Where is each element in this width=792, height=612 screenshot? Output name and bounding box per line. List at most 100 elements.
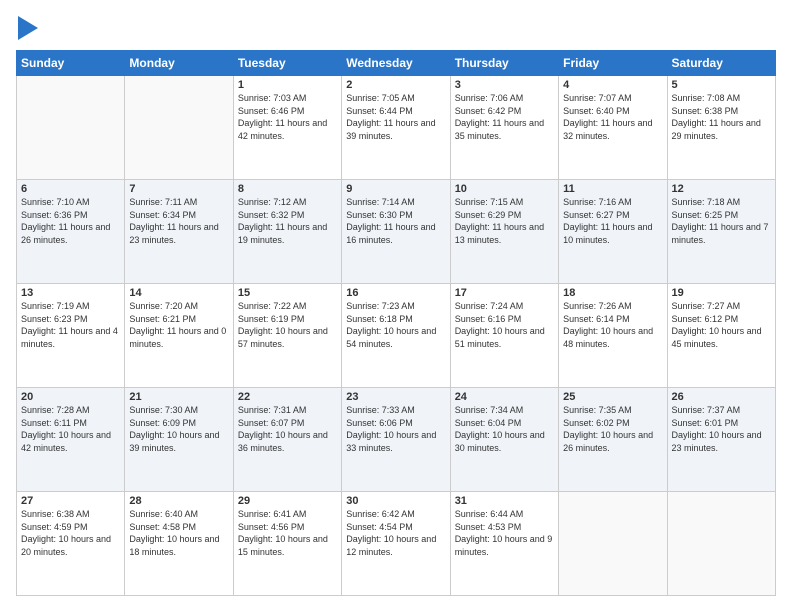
- day-info: Sunrise: 7:27 AMSunset: 6:12 PMDaylight:…: [672, 300, 771, 350]
- day-info: Sunrise: 6:44 AMSunset: 4:53 PMDaylight:…: [455, 508, 554, 558]
- day-number: 25: [563, 391, 662, 403]
- day-header: Thursday: [450, 51, 558, 76]
- day-info: Sunrise: 6:40 AMSunset: 4:58 PMDaylight:…: [129, 508, 228, 558]
- day-number: 1: [238, 79, 337, 91]
- day-number: 24: [455, 391, 554, 403]
- day-info: Sunrise: 7:11 AMSunset: 6:34 PMDaylight:…: [129, 196, 228, 246]
- day-info: Sunrise: 7:15 AMSunset: 6:29 PMDaylight:…: [455, 196, 554, 246]
- day-cell: [17, 76, 125, 180]
- day-cell: 11Sunrise: 7:16 AMSunset: 6:27 PMDayligh…: [559, 180, 667, 284]
- day-header: Monday: [125, 51, 233, 76]
- day-cell: 26Sunrise: 7:37 AMSunset: 6:01 PMDayligh…: [667, 388, 775, 492]
- day-number: 2: [346, 79, 445, 91]
- day-number: 30: [346, 495, 445, 507]
- header: [16, 16, 776, 40]
- day-info: Sunrise: 7:20 AMSunset: 6:21 PMDaylight:…: [129, 300, 228, 350]
- day-cell: 2Sunrise: 7:05 AMSunset: 6:44 PMDaylight…: [342, 76, 450, 180]
- day-cell: [559, 492, 667, 596]
- day-number: 11: [563, 183, 662, 195]
- day-number: 31: [455, 495, 554, 507]
- day-info: Sunrise: 7:07 AMSunset: 6:40 PMDaylight:…: [563, 92, 662, 142]
- day-info: Sunrise: 7:03 AMSunset: 6:46 PMDaylight:…: [238, 92, 337, 142]
- week-row: 13Sunrise: 7:19 AMSunset: 6:23 PMDayligh…: [17, 284, 776, 388]
- day-header: Saturday: [667, 51, 775, 76]
- day-info: Sunrise: 7:28 AMSunset: 6:11 PMDaylight:…: [21, 404, 120, 454]
- day-cell: 31Sunrise: 6:44 AMSunset: 4:53 PMDayligh…: [450, 492, 558, 596]
- day-number: 7: [129, 183, 228, 195]
- page: SundayMondayTuesdayWednesdayThursdayFrid…: [0, 0, 792, 612]
- day-header: Friday: [559, 51, 667, 76]
- calendar-table: SundayMondayTuesdayWednesdayThursdayFrid…: [16, 50, 776, 596]
- day-number: 23: [346, 391, 445, 403]
- day-info: Sunrise: 7:22 AMSunset: 6:19 PMDaylight:…: [238, 300, 337, 350]
- day-number: 15: [238, 287, 337, 299]
- day-header: Wednesday: [342, 51, 450, 76]
- day-info: Sunrise: 6:42 AMSunset: 4:54 PMDaylight:…: [346, 508, 445, 558]
- day-number: 29: [238, 495, 337, 507]
- day-number: 21: [129, 391, 228, 403]
- day-number: 26: [672, 391, 771, 403]
- day-cell: 17Sunrise: 7:24 AMSunset: 6:16 PMDayligh…: [450, 284, 558, 388]
- day-number: 22: [238, 391, 337, 403]
- day-number: 3: [455, 79, 554, 91]
- day-number: 9: [346, 183, 445, 195]
- day-header: Sunday: [17, 51, 125, 76]
- logo-icon: [18, 16, 38, 40]
- day-cell: 14Sunrise: 7:20 AMSunset: 6:21 PMDayligh…: [125, 284, 233, 388]
- day-info: Sunrise: 7:10 AMSunset: 6:36 PMDaylight:…: [21, 196, 120, 246]
- day-number: 28: [129, 495, 228, 507]
- day-info: Sunrise: 7:30 AMSunset: 6:09 PMDaylight:…: [129, 404, 228, 454]
- header-row: SundayMondayTuesdayWednesdayThursdayFrid…: [17, 51, 776, 76]
- day-cell: 6Sunrise: 7:10 AMSunset: 6:36 PMDaylight…: [17, 180, 125, 284]
- day-info: Sunrise: 6:41 AMSunset: 4:56 PMDaylight:…: [238, 508, 337, 558]
- day-cell: 19Sunrise: 7:27 AMSunset: 6:12 PMDayligh…: [667, 284, 775, 388]
- day-cell: 27Sunrise: 6:38 AMSunset: 4:59 PMDayligh…: [17, 492, 125, 596]
- day-info: Sunrise: 7:34 AMSunset: 6:04 PMDaylight:…: [455, 404, 554, 454]
- day-info: Sunrise: 7:35 AMSunset: 6:02 PMDaylight:…: [563, 404, 662, 454]
- day-info: Sunrise: 7:14 AMSunset: 6:30 PMDaylight:…: [346, 196, 445, 246]
- week-row: 6Sunrise: 7:10 AMSunset: 6:36 PMDaylight…: [17, 180, 776, 284]
- day-cell: 13Sunrise: 7:19 AMSunset: 6:23 PMDayligh…: [17, 284, 125, 388]
- day-cell: 4Sunrise: 7:07 AMSunset: 6:40 PMDaylight…: [559, 76, 667, 180]
- week-row: 20Sunrise: 7:28 AMSunset: 6:11 PMDayligh…: [17, 388, 776, 492]
- day-info: Sunrise: 7:23 AMSunset: 6:18 PMDaylight:…: [346, 300, 445, 350]
- day-info: Sunrise: 7:08 AMSunset: 6:38 PMDaylight:…: [672, 92, 771, 142]
- day-cell: 22Sunrise: 7:31 AMSunset: 6:07 PMDayligh…: [233, 388, 341, 492]
- day-number: 16: [346, 287, 445, 299]
- day-info: Sunrise: 7:12 AMSunset: 6:32 PMDaylight:…: [238, 196, 337, 246]
- day-cell: 15Sunrise: 7:22 AMSunset: 6:19 PMDayligh…: [233, 284, 341, 388]
- day-header: Tuesday: [233, 51, 341, 76]
- day-cell: 3Sunrise: 7:06 AMSunset: 6:42 PMDaylight…: [450, 76, 558, 180]
- day-number: 19: [672, 287, 771, 299]
- day-number: 5: [672, 79, 771, 91]
- day-info: Sunrise: 7:18 AMSunset: 6:25 PMDaylight:…: [672, 196, 771, 246]
- day-cell: 1Sunrise: 7:03 AMSunset: 6:46 PMDaylight…: [233, 76, 341, 180]
- day-info: Sunrise: 7:26 AMSunset: 6:14 PMDaylight:…: [563, 300, 662, 350]
- day-number: 18: [563, 287, 662, 299]
- logo-text: [16, 16, 38, 40]
- day-info: Sunrise: 7:33 AMSunset: 6:06 PMDaylight:…: [346, 404, 445, 454]
- day-info: Sunrise: 7:19 AMSunset: 6:23 PMDaylight:…: [21, 300, 120, 350]
- day-cell: 16Sunrise: 7:23 AMSunset: 6:18 PMDayligh…: [342, 284, 450, 388]
- day-cell: 30Sunrise: 6:42 AMSunset: 4:54 PMDayligh…: [342, 492, 450, 596]
- day-info: Sunrise: 7:31 AMSunset: 6:07 PMDaylight:…: [238, 404, 337, 454]
- day-cell: 28Sunrise: 6:40 AMSunset: 4:58 PMDayligh…: [125, 492, 233, 596]
- day-cell: 5Sunrise: 7:08 AMSunset: 6:38 PMDaylight…: [667, 76, 775, 180]
- day-cell: 10Sunrise: 7:15 AMSunset: 6:29 PMDayligh…: [450, 180, 558, 284]
- day-number: 10: [455, 183, 554, 195]
- logo: [16, 16, 38, 40]
- day-cell: 12Sunrise: 7:18 AMSunset: 6:25 PMDayligh…: [667, 180, 775, 284]
- day-info: Sunrise: 7:37 AMSunset: 6:01 PMDaylight:…: [672, 404, 771, 454]
- day-number: 27: [21, 495, 120, 507]
- day-info: Sunrise: 7:16 AMSunset: 6:27 PMDaylight:…: [563, 196, 662, 246]
- week-row: 27Sunrise: 6:38 AMSunset: 4:59 PMDayligh…: [17, 492, 776, 596]
- day-number: 20: [21, 391, 120, 403]
- day-cell: 20Sunrise: 7:28 AMSunset: 6:11 PMDayligh…: [17, 388, 125, 492]
- day-cell: [125, 76, 233, 180]
- day-cell: 7Sunrise: 7:11 AMSunset: 6:34 PMDaylight…: [125, 180, 233, 284]
- day-cell: [667, 492, 775, 596]
- day-cell: 21Sunrise: 7:30 AMSunset: 6:09 PMDayligh…: [125, 388, 233, 492]
- day-cell: 9Sunrise: 7:14 AMSunset: 6:30 PMDaylight…: [342, 180, 450, 284]
- day-cell: 18Sunrise: 7:26 AMSunset: 6:14 PMDayligh…: [559, 284, 667, 388]
- day-number: 6: [21, 183, 120, 195]
